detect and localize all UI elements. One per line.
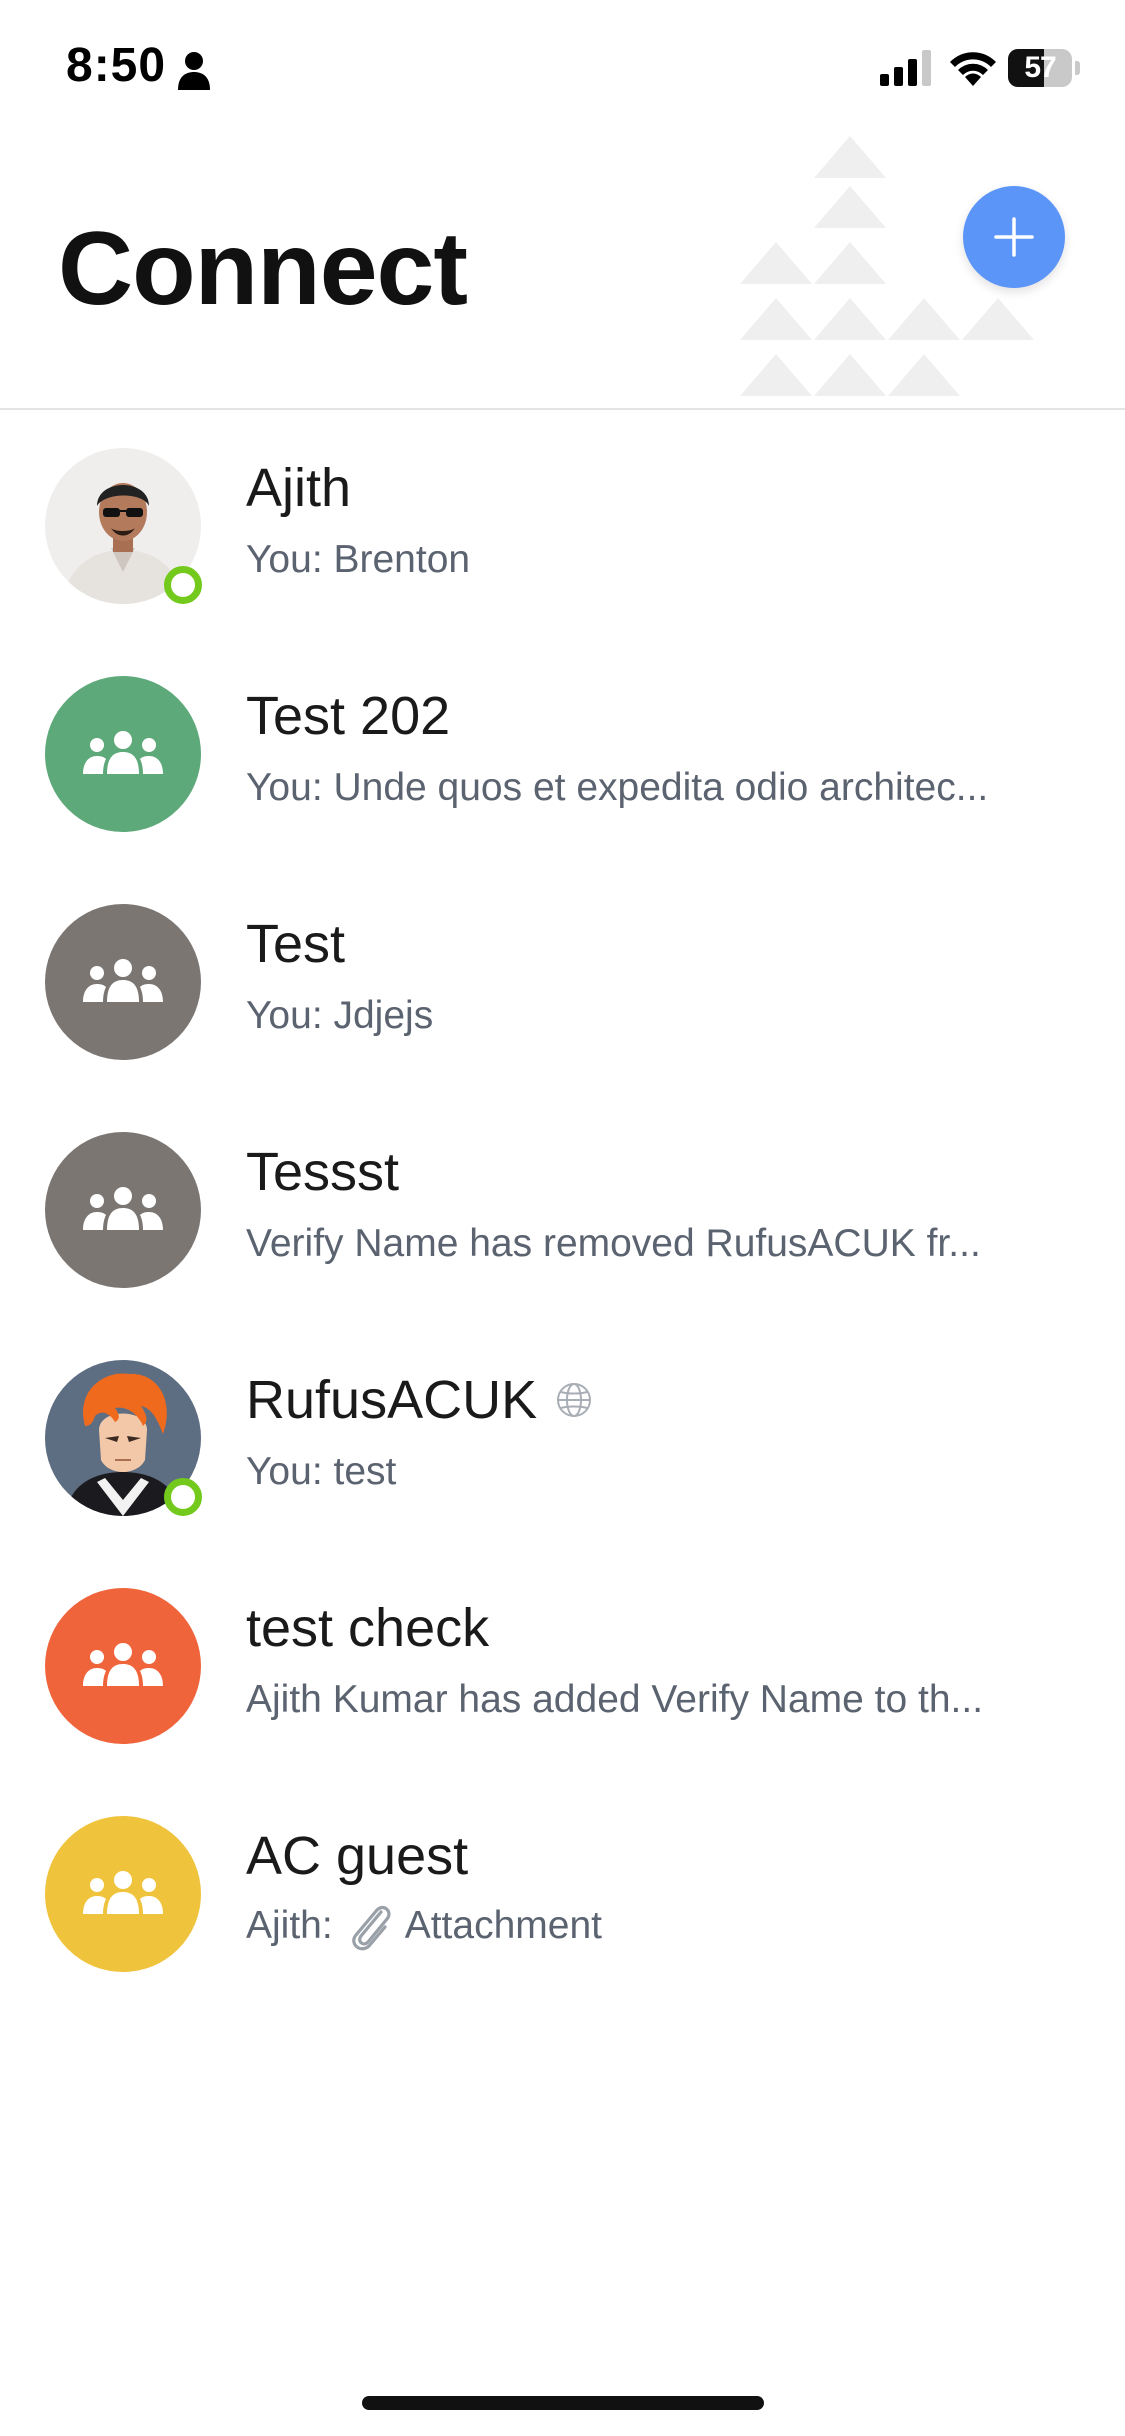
- preview-sender: Ajith:: [246, 1904, 333, 1947]
- avatar: [45, 676, 201, 832]
- wifi-icon: [950, 52, 996, 86]
- preview-text: Attachment: [404, 1904, 602, 1947]
- conversation-preview: Ajith: Attachment: [246, 1898, 1046, 1954]
- conversation-item[interactable]: RufusACUK You: test: [0, 1322, 1125, 1550]
- battery-level: 57: [1024, 51, 1056, 84]
- group-icon: [83, 1643, 163, 1686]
- group-icon: [83, 959, 163, 1002]
- cellular-signal-icon: [880, 50, 931, 86]
- plus-icon: [994, 217, 1034, 257]
- conversation-name: AC guest: [246, 1826, 469, 1886]
- conversation-preview: Ajith Kumar has added Verify Name to th.…: [246, 1678, 984, 1721]
- group-icon: [83, 731, 163, 774]
- conversation-item[interactable]: Test You: Jdjejs: [0, 866, 1125, 1094]
- globe-icon: [557, 1383, 592, 1417]
- avatar: [45, 1588, 201, 1744]
- conversation-preview: You: Brenton: [246, 538, 471, 581]
- conversation-item[interactable]: test check Ajith Kumar has added Verify …: [0, 1550, 1125, 1778]
- conversation-item[interactable]: Tessst Verify Name has removed RufusACUK…: [0, 1094, 1125, 1322]
- conversation-name: RufusACUK: [246, 1370, 538, 1430]
- paperclip-icon: [351, 1905, 391, 1951]
- new-conversation-button[interactable]: [963, 186, 1065, 288]
- conversation-name: Ajith: [246, 458, 352, 518]
- page-title: Connect: [58, 211, 468, 327]
- conversation-name: test check: [246, 1598, 490, 1658]
- status-time: 8:50: [66, 39, 167, 92]
- online-status-indicator: [164, 566, 202, 604]
- conversation-preview: You: test: [246, 1450, 397, 1493]
- group-icon: [83, 1871, 163, 1914]
- online-status-indicator: [164, 1478, 202, 1516]
- conversation-preview: Verify Name has removed RufusACUK fr...: [246, 1222, 981, 1265]
- avatar: [45, 1816, 201, 1972]
- conversation-item[interactable]: Test 202 You: Unde quos et expedita odio…: [0, 638, 1125, 866]
- status-bar: 8:50 57: [0, 0, 1125, 130]
- group-icon: [83, 1187, 163, 1230]
- home-indicator[interactable]: [362, 2396, 764, 2410]
- conversation-preview: You: Unde quos et expedita odio architec…: [246, 766, 989, 809]
- battery-icon: 57: [1008, 49, 1080, 87]
- conversation-name: Test 202: [246, 686, 451, 746]
- header: Connect: [0, 130, 1125, 410]
- conversation-name: Test: [246, 914, 346, 974]
- avatar: [45, 1132, 201, 1288]
- conversation-item[interactable]: Ajith You: Brenton: [0, 410, 1125, 638]
- conversation-item[interactable]: AC guest Ajith: Attachment: [0, 1778, 1125, 2006]
- person-icon: [178, 52, 210, 90]
- avatar: [45, 904, 201, 1060]
- conversation-name: Tessst: [246, 1142, 400, 1202]
- conversation-preview: You: Jdjejs: [246, 994, 434, 1037]
